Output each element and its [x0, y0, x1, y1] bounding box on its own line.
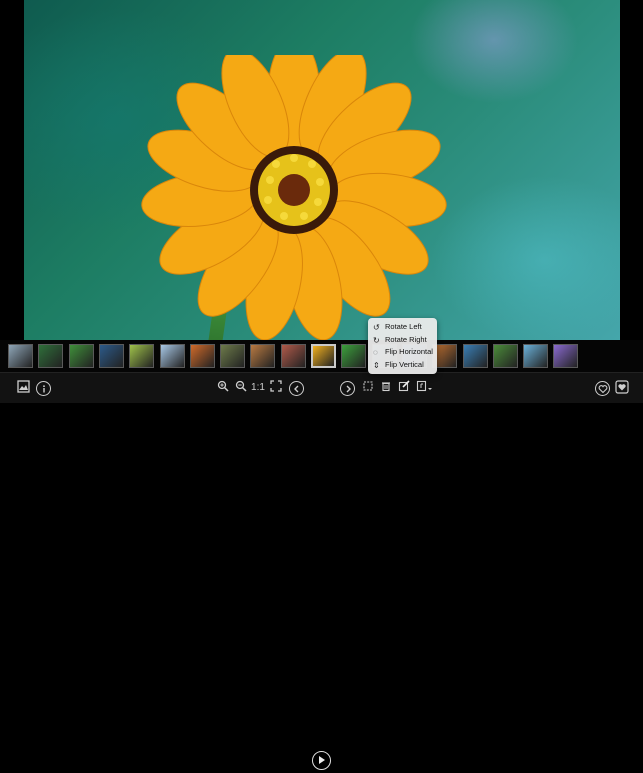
- rotate-left-label: Rotate Left: [385, 322, 422, 331]
- thumbnail[interactable]: [523, 344, 549, 368]
- thumbnail[interactable]: [250, 344, 276, 368]
- flip-vertical-menu-item[interactable]: ⇕ Flip Vertical: [368, 359, 437, 372]
- play-icon[interactable]: [312, 751, 331, 770]
- flip-vertical-label: Flip Vertical: [385, 359, 424, 369]
- flip-horizontal-menu-item[interactable]: ◌ Flip Horizontal: [368, 346, 437, 359]
- fit-screen-icon[interactable]: [269, 379, 283, 397]
- flower-image: [141, 55, 447, 340]
- thumbnail[interactable]: [68, 344, 94, 368]
- trash-icon[interactable]: [379, 379, 393, 397]
- transform-menu: ↺ Rotate Left ↻ Rotate Right ◌ Flip Hori…: [368, 318, 437, 374]
- thumbnail[interactable]: [492, 344, 518, 368]
- rotate-right-menu-item[interactable]: ↻ Rotate Right: [368, 334, 437, 347]
- thumbnail[interactable]: [220, 344, 246, 368]
- rotate-left-icon: ↺: [373, 323, 380, 332]
- flip-horizontal-label: Flip Horizontal: [385, 347, 433, 356]
- thumbnail[interactable]: [159, 344, 185, 368]
- edit-icon[interactable]: [397, 379, 411, 397]
- favorite-icon[interactable]: [595, 381, 610, 396]
- main-photo: [24, 0, 620, 340]
- info-icon[interactable]: [36, 381, 51, 396]
- actual-size-button[interactable]: 1:1: [251, 379, 265, 397]
- filmstrip[interactable]: [0, 340, 643, 372]
- share-icon[interactable]: [416, 379, 432, 397]
- rotate-right-icon: ↻: [373, 335, 380, 345]
- flip-vertical-icon: ⇕: [373, 360, 380, 370]
- thumbnail[interactable]: [189, 344, 215, 368]
- next-icon[interactable]: [340, 381, 355, 396]
- gallery-icon[interactable]: [16, 379, 30, 397]
- thumbnail[interactable]: [553, 344, 579, 368]
- rotate-left-menu-item[interactable]: ↺ Rotate Left: [368, 321, 437, 334]
- favorites-album-icon[interactable]: [615, 379, 629, 397]
- previous-icon[interactable]: [289, 381, 304, 396]
- thumbnail-selected[interactable]: [311, 344, 336, 368]
- thumbnail[interactable]: [462, 344, 488, 368]
- thumbnail[interactable]: [129, 344, 155, 368]
- image-stage: [0, 0, 643, 340]
- thumbnail[interactable]: [280, 344, 306, 368]
- crop-icon[interactable]: [361, 379, 375, 397]
- thumbnail[interactable]: [98, 344, 124, 368]
- flip-horizontal-icon: ◌: [373, 348, 378, 357]
- zoom-out-icon[interactable]: [234, 379, 248, 397]
- thumbnail[interactable]: [341, 344, 367, 368]
- thumbnail[interactable]: [38, 344, 64, 368]
- thumbnail[interactable]: [8, 344, 33, 368]
- rotate-right-label: Rotate Right: [385, 334, 427, 344]
- zoom-in-icon[interactable]: [216, 379, 230, 397]
- bottom-toolbar: 1:1: [0, 372, 643, 770]
